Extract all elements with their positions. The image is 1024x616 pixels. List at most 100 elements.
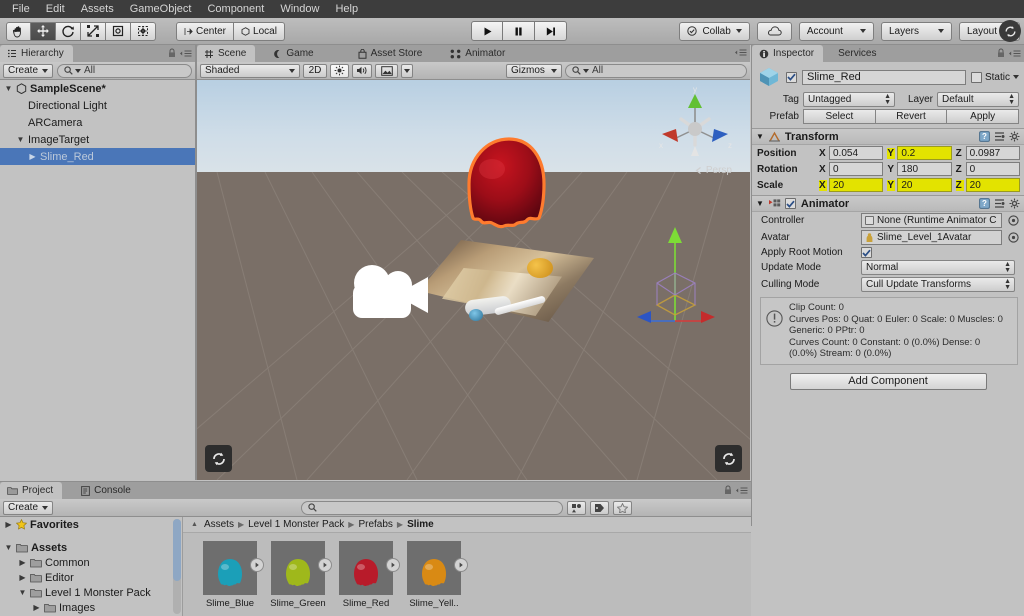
update-mode-dropdown[interactable]: Normal ▲ ▼ (861, 260, 1015, 275)
object-name-input[interactable]: Slime_Red (802, 69, 966, 85)
foldout-icon[interactable]: ▼ (756, 199, 764, 208)
project-assets-area[interactable]: ▲ Assets ▶ Level 1 Monster Pack ▶ Prefabs ▶ Sli… (183, 517, 751, 616)
twisty-right-icon[interactable]: ▶ (18, 573, 27, 582)
rect-tool-button[interactable] (106, 21, 131, 41)
effects-dropdown-button[interactable] (401, 63, 413, 78)
twisty-right-icon[interactable]: ▶ (32, 603, 41, 612)
panel-menu-icon[interactable] (735, 486, 748, 495)
breadcrumb-up-icon[interactable]: ▲ (191, 521, 198, 528)
camera-gizmo-icon[interactable] (345, 258, 435, 341)
filter-by-type-button[interactable] (567, 500, 587, 515)
menu-item-file[interactable]: File (4, 0, 38, 18)
transform-rotation-y-input[interactable]: 180 (897, 162, 952, 176)
transform-rotation-x-input[interactable]: 0 (829, 162, 884, 176)
controller-field[interactable]: None (Runtime Animator C (861, 213, 1002, 228)
transform-scale-z-input[interactable]: 20 (965, 178, 1020, 192)
project-tree-item-level1monsterpack[interactable]: ▼ Level 1 Monster Pack (0, 585, 182, 600)
twisty-down-icon[interactable]: ▼ (18, 588, 27, 597)
slime-object[interactable] (444, 125, 574, 255)
menu-item-edit[interactable]: Edit (38, 0, 73, 18)
lock-icon[interactable] (997, 48, 1005, 58)
effects-toggle-button[interactable] (375, 63, 398, 78)
asset-item[interactable]: Slime_Red (337, 541, 400, 609)
breadcrumb-item[interactable]: Assets (204, 519, 234, 530)
project-tree-item-common[interactable]: ▶ Common (0, 555, 182, 570)
lock-icon[interactable] (168, 48, 176, 58)
transform-scale-x-input[interactable]: 20 (829, 178, 884, 192)
hierarchy-item-directionallight[interactable]: Directional Light (0, 97, 195, 114)
hierarchy-create-button[interactable]: Create (3, 63, 54, 78)
chevron-down-icon[interactable] (1013, 75, 1019, 79)
object-picker-icon[interactable] (1008, 215, 1019, 226)
project-tree-scrollbar[interactable] (173, 519, 181, 614)
draw-mode-dropdown[interactable]: Shaded (200, 63, 300, 78)
hierarchy-item-imagetarget[interactable]: ▼ ImageTarget (0, 131, 195, 148)
tab-hierarchy[interactable]: Hierarchy (0, 45, 73, 62)
layer-dropdown[interactable]: Default ▲ ▼ (937, 92, 1019, 107)
menu-item-assets[interactable]: Assets (73, 0, 122, 18)
preset-icon[interactable] (994, 198, 1005, 209)
twisty-down-icon[interactable]: ▼ (4, 84, 13, 93)
collab-button[interactable]: Collab (679, 21, 750, 41)
asset-thumbnail[interactable] (271, 541, 332, 595)
asset-item[interactable]: Slime_Yell.. (405, 541, 468, 609)
account-button[interactable]: Account (798, 21, 874, 41)
transform-position-y-input[interactable]: 0.2 (897, 146, 952, 160)
breadcrumb-item[interactable]: Level 1 Monster Pack (248, 519, 344, 530)
project-tree-item-assets[interactable]: ▼ Assets (0, 540, 182, 555)
menu-item-component[interactable]: Component (199, 0, 272, 18)
space-mode-button[interactable]: Local (234, 21, 285, 41)
prefab-expand-icon[interactable] (386, 558, 400, 572)
object-enabled-checkbox[interactable] (786, 71, 797, 83)
gear-icon[interactable] (1009, 198, 1020, 209)
menu-item-window[interactable]: Window (272, 0, 327, 18)
help-icon[interactable]: ? (979, 198, 990, 209)
project-tree-item-favorites[interactable]: ▶ Favorites (0, 517, 182, 532)
hierarchy-item-arcamera[interactable]: ARCamera (0, 114, 195, 131)
foldout-icon[interactable]: ▼ (756, 132, 764, 141)
twisty-right-icon[interactable]: ▶ (18, 558, 27, 567)
prefab-expand-icon[interactable] (454, 558, 468, 572)
asset-item[interactable]: Slime_Green (269, 541, 332, 609)
pivot-mode-button[interactable]: Center (176, 21, 235, 41)
panel-menu-icon[interactable] (734, 48, 747, 57)
preset-icon[interactable] (994, 131, 1005, 142)
animator-enabled-checkbox[interactable] (784, 198, 796, 209)
project-tree-item-editor[interactable]: ▶ Editor (0, 570, 182, 585)
scene-persp-label-group[interactable]: Persp (694, 165, 732, 176)
scene-search-input[interactable]: All (565, 63, 747, 78)
tab-console[interactable]: Console (74, 482, 140, 499)
transform-rotation-z-input[interactable]: 0 (965, 162, 1020, 176)
scene-bottom-left-toggle[interactable] (205, 445, 232, 472)
scene-orientation-gizmo[interactable]: y x z (650, 84, 740, 174)
transform-position-x-input[interactable]: 0.054 (829, 146, 884, 160)
transform-component-header[interactable]: ▼ Transform ? (752, 128, 1024, 145)
tab-scene[interactable]: Scene (197, 45, 256, 62)
twisty-right-icon[interactable]: ▶ (4, 520, 13, 529)
rotate-tool-button[interactable] (56, 21, 81, 41)
hierarchy-item-slimered[interactable]: ▶ Slime_Red (0, 148, 195, 165)
panel-menu-icon[interactable] (1008, 49, 1021, 58)
gizmos-dropdown-button[interactable]: Gizmos (506, 63, 562, 78)
cloud-button[interactable] (756, 21, 792, 41)
prefab-expand-icon[interactable] (318, 558, 332, 572)
transform-tool-button[interactable] (131, 21, 156, 41)
tab-game[interactable]: Game (265, 45, 323, 62)
static-checkbox[interactable] (970, 71, 982, 83)
tab-animator[interactable]: Animator (443, 45, 515, 62)
breadcrumb-item[interactable]: Prefabs (358, 519, 392, 530)
tag-dropdown[interactable]: Untagged ▲ ▼ (803, 92, 895, 107)
scale-tool-button[interactable] (81, 21, 106, 41)
project-create-button[interactable]: Create (3, 500, 54, 515)
avatar-field[interactable]: Slime_Level_1Avatar (861, 230, 1002, 245)
layers-button[interactable]: Layers (880, 21, 952, 41)
scene-bottom-right-toggle[interactable] (715, 445, 742, 472)
hierarchy-search-input[interactable]: All (57, 63, 192, 78)
asset-item[interactable]: Slime_Blue (201, 541, 264, 609)
object-picker-icon[interactable] (1008, 232, 1019, 243)
twisty-down-icon[interactable]: ▼ (4, 543, 13, 552)
asset-thumbnail[interactable] (407, 541, 468, 595)
add-component-button[interactable]: Add Component (789, 372, 987, 390)
help-icon[interactable]: ? (979, 131, 990, 142)
move-gizmo[interactable] (627, 225, 727, 335)
